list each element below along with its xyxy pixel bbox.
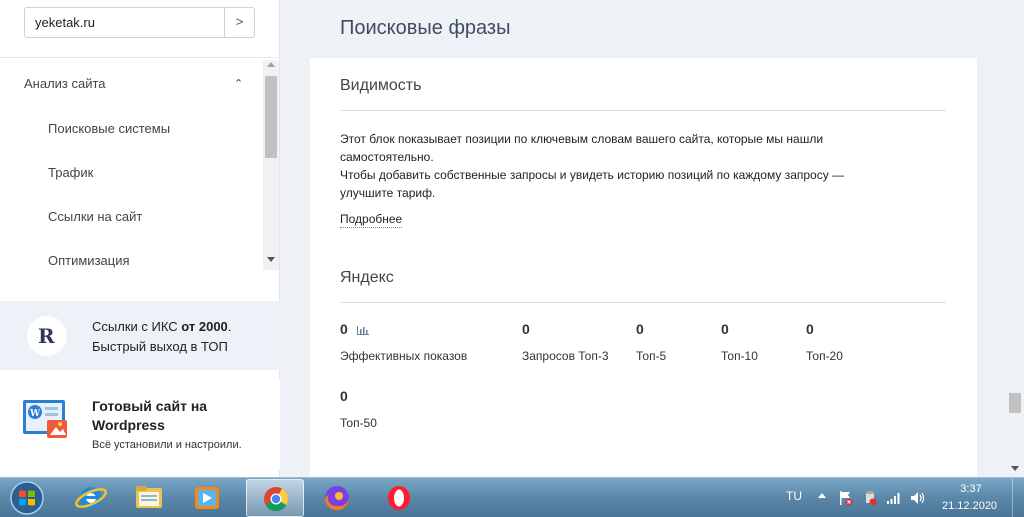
visibility-text-line: самостоятельно. xyxy=(340,150,434,164)
stat-value: 0 xyxy=(721,321,729,337)
stat-top3: 0 Запросов Топ-3 xyxy=(522,321,609,363)
show-hidden-icons-icon[interactable] xyxy=(818,493,826,498)
promo-links-suffix: . xyxy=(227,319,232,334)
visibility-text-line: Чтобы добавить собственные запросы и уви… xyxy=(340,168,845,182)
chrome-icon xyxy=(264,487,288,512)
divider xyxy=(340,110,946,111)
start-button[interactable] xyxy=(4,480,50,516)
divider xyxy=(0,57,280,58)
divider xyxy=(340,302,946,303)
promo-links-banner[interactable]: R Ссылки с ИКС от 2000. Быстрый выход в … xyxy=(0,301,280,370)
promo-logo-icon: R xyxy=(27,316,67,356)
more-details-link[interactable]: Подробнее xyxy=(340,212,403,228)
stat-top50: 0 Топ-50 xyxy=(340,388,377,430)
opera-icon[interactable] xyxy=(370,479,428,517)
stat-label: Топ-10 xyxy=(721,349,758,363)
svg-text:W: W xyxy=(29,409,41,419)
stat-label: Запросов Топ-3 xyxy=(522,349,609,363)
action-center-flag-icon[interactable] xyxy=(838,490,854,506)
stat-label: Эффективных показов xyxy=(340,349,468,363)
stat-value: 0 xyxy=(636,321,644,337)
promo-wordpress-title-line1: Готовый сайт на xyxy=(92,398,208,414)
promo-links-line1: Ссылки с ИКС от 2000. xyxy=(92,319,231,334)
stat-label: Топ-5 xyxy=(636,349,667,363)
yandex-heading: Яндекс xyxy=(340,269,394,286)
volume-icon[interactable] xyxy=(910,490,926,506)
bar-chart-icon[interactable] xyxy=(357,326,370,335)
promo-links-bold: от 2000 xyxy=(181,319,228,334)
stat-value: 0 xyxy=(522,321,530,337)
taskbar: TU 3:37 21.12.2020 xyxy=(0,477,1024,517)
sidebar-item-traffic[interactable]: Трафик xyxy=(48,165,93,180)
visibility-description: Этот блок показывает позиции по ключевым… xyxy=(340,130,900,202)
media-player-icon[interactable] xyxy=(178,479,236,517)
language-indicator[interactable]: TU xyxy=(786,489,802,503)
stat-top20: 0 Топ-20 xyxy=(806,321,843,363)
visibility-text-line: улучшите тариф. xyxy=(340,186,436,200)
promo-wordpress-subtitle: Всё установили и настроили. xyxy=(92,439,242,451)
scroll-down-arrow-icon[interactable] xyxy=(1011,466,1019,471)
stat-value: 0 xyxy=(806,321,814,337)
network-signal-icon[interactable] xyxy=(886,490,902,506)
sidebar-group-site-analysis[interactable]: Анализ сайта xyxy=(24,76,106,91)
sidebar-item-search-engines[interactable]: Поисковые системы xyxy=(48,121,170,136)
clock-time[interactable]: 3:37 xyxy=(959,483,983,495)
stat-label: Топ-50 xyxy=(340,416,377,430)
site-selector[interactable]: yeketak.ru > xyxy=(24,7,255,38)
stat-top10: 0 Топ-10 xyxy=(721,321,758,363)
visibility-heading: Видимость xyxy=(340,77,422,94)
chevron-up-icon[interactable]: ⌃ xyxy=(234,77,243,90)
file-explorer-icon[interactable] xyxy=(120,479,178,517)
page-scrollbar-thumb[interactable] xyxy=(1009,393,1021,413)
firefox-icon[interactable] xyxy=(308,479,366,517)
promo-links-line2: Быстрый выход в ТОП xyxy=(92,339,228,354)
chrome-taskbar-button[interactable] xyxy=(246,479,304,517)
promo-links-prefix: Ссылки с ИКС xyxy=(92,319,182,334)
screen: yeketak.ru > Анализ сайта ⌃ Поисковые си… xyxy=(0,0,1024,517)
sidebar-scrollbar[interactable] xyxy=(263,60,279,270)
visibility-text-line: Этот блок показывает позиции по ключевым… xyxy=(340,132,824,146)
scroll-down-arrow-icon[interactable] xyxy=(267,257,275,262)
scroll-up-arrow-icon[interactable] xyxy=(267,62,275,67)
scrollbar-thumb[interactable] xyxy=(265,76,277,158)
stat-label: Топ-20 xyxy=(806,349,843,363)
promo-wordpress-banner[interactable]: W Готовый сайт на Wordpress Всё установи… xyxy=(0,380,280,470)
internet-explorer-icon[interactable] xyxy=(62,479,120,517)
stat-value: 0 xyxy=(340,321,348,337)
wordpress-icon: W xyxy=(23,400,67,438)
page-title: Поисковые фразы xyxy=(340,17,511,39)
visibility-card: Видимость Этот блок показывает позиции п… xyxy=(310,58,977,477)
stat-effective-impressions: 0 Эффективных показов xyxy=(340,321,467,363)
sidebar-item-optimization[interactable]: Оптимизация xyxy=(48,253,130,268)
safely-remove-hardware-icon[interactable] xyxy=(862,490,878,506)
show-desktop-button[interactable] xyxy=(1012,478,1024,517)
site-selector-value: yeketak.ru xyxy=(35,15,95,30)
promo-wordpress-title-line2: Wordpress xyxy=(92,417,165,433)
clock-date[interactable]: 21.12.2020 xyxy=(942,500,997,512)
sidebar-nav: Анализ сайта ⌃ Поисковые системы Трафик … xyxy=(0,60,263,270)
stat-value: 0 xyxy=(340,388,348,404)
site-selector-go-button[interactable]: > xyxy=(224,8,254,37)
sidebar: yeketak.ru > Анализ сайта ⌃ Поисковые си… xyxy=(0,0,280,477)
sidebar-item-backlinks[interactable]: Ссылки на сайт xyxy=(48,209,142,224)
stat-top5: 0 Топ-5 xyxy=(636,321,666,363)
promo-logo-letter: R xyxy=(38,324,55,348)
